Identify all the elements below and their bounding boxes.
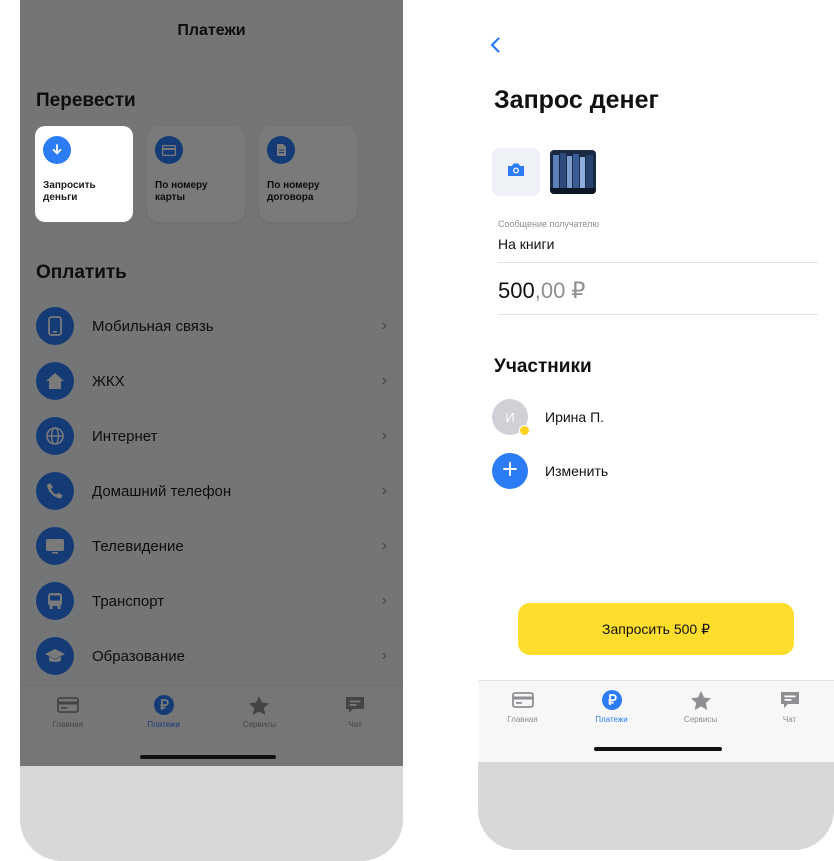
status-dot	[519, 425, 530, 436]
tv-icon	[36, 527, 74, 565]
message-field[interactable]: На книги	[498, 236, 554, 252]
card-icon	[511, 689, 534, 711]
tab-label: Главная	[507, 715, 538, 724]
house-icon	[36, 362, 74, 400]
page-title: Платежи	[177, 22, 246, 39]
change-participants-link[interactable]: Изменить	[545, 463, 608, 479]
pay-item-label: ЖКХ	[92, 372, 125, 390]
tab-payments[interactable]: Платежи	[577, 689, 647, 724]
attached-photo-thumbnail[interactable]	[550, 150, 596, 194]
tile-label: По номеру договора	[267, 180, 320, 203]
tile-label: По номеру карты	[155, 180, 208, 203]
home-indicator	[140, 755, 276, 759]
pay-item-tv[interactable]: Телевидение ›	[36, 519, 387, 573]
tab-chat[interactable]: Чат	[320, 694, 390, 729]
tab-label: Платежи	[147, 720, 180, 729]
tab-label: Чат	[348, 720, 362, 729]
tab-label: Платежи	[595, 715, 628, 724]
tab-home[interactable]: Главная	[33, 694, 103, 729]
request-money-button[interactable]: Запросить 500 ₽	[518, 603, 794, 655]
participants-heading: Участники	[494, 356, 592, 377]
tile-by-card-number[interactable]: По номеру карты	[147, 126, 245, 222]
tile-by-contract-number[interactable]: По номеру договора	[259, 126, 357, 222]
ruble-icon	[153, 694, 175, 716]
amount-field[interactable]: 500,00 ₽	[498, 278, 585, 304]
tab-bar: Главная Платежи Сервисы Чат	[20, 685, 403, 766]
money-request-phone: Запрос денег Сообщение получателю На кни…	[478, 0, 834, 850]
bus-icon	[36, 582, 74, 620]
chevron-left-icon	[490, 36, 500, 58]
card-icon	[155, 136, 183, 164]
message-field-label: Сообщение получателю	[498, 219, 600, 229]
chevron-right-icon: ›	[381, 482, 387, 499]
add-participant-button[interactable]	[492, 453, 528, 489]
chevron-right-icon: ›	[381, 372, 387, 389]
page-title: Запрос денег	[494, 86, 659, 114]
pay-item-label: Домашний телефон	[92, 482, 232, 500]
camera-icon	[507, 162, 525, 182]
graduation-cap-icon	[36, 637, 74, 675]
divider	[498, 262, 818, 263]
tab-label: Сервисы	[242, 720, 276, 729]
amount-integer: 500	[498, 278, 535, 303]
pay-item-utilities[interactable]: ЖКХ ›	[36, 354, 387, 408]
chevron-right-icon: ›	[381, 537, 387, 554]
star-icon	[248, 694, 270, 716]
chat-icon	[779, 689, 801, 711]
phone-handset-icon	[36, 472, 74, 510]
plus-icon	[503, 461, 517, 481]
globe-icon	[36, 417, 74, 455]
arrow-down-circle-icon	[43, 136, 71, 164]
participant-name[interactable]: Ирина П.	[545, 409, 604, 425]
divider	[498, 314, 818, 315]
pay-item-label: Транспорт	[92, 592, 165, 610]
payments-screen: Платежи Перевести По номеру карты По ном…	[20, 0, 403, 766]
tab-services[interactable]: Сервисы	[224, 694, 294, 729]
chat-icon	[344, 694, 366, 716]
tab-payments[interactable]: Платежи	[129, 694, 199, 729]
tab-label: Сервисы	[683, 715, 718, 724]
pay-item-transport[interactable]: Транспорт ›	[36, 574, 387, 628]
pay-item-label: Мобильная связь	[92, 317, 214, 335]
tab-home[interactable]: Главная	[488, 689, 558, 724]
chevron-right-icon: ›	[381, 592, 387, 609]
pay-item-label: Телевидение	[92, 537, 184, 555]
money-request-screen: Запрос денег Сообщение получателю На кни…	[478, 0, 834, 762]
transfer-heading: Перевести	[36, 90, 136, 111]
tab-chat[interactable]: Чат	[755, 689, 825, 724]
tab-label: Главная	[52, 720, 84, 729]
home-indicator	[594, 747, 722, 751]
tile-request-money[interactable]: Запросить деньги	[35, 126, 133, 222]
pay-item-mobile[interactable]: Мобильная связь ›	[36, 299, 387, 353]
mobile-phone-icon	[36, 307, 74, 345]
document-icon	[267, 136, 295, 164]
back-button[interactable]	[484, 34, 506, 60]
pay-item-home-phone[interactable]: Домашний телефон ›	[36, 464, 387, 518]
payments-phone: Платежи Перевести По номеру карты По ном…	[20, 0, 403, 861]
amount-decimal: ,00 ₽	[534, 278, 586, 303]
card-icon	[56, 694, 79, 716]
pay-item-internet[interactable]: Интернет ›	[36, 409, 387, 463]
chevron-right-icon: ›	[381, 427, 387, 444]
pay-item-education[interactable]: Образование ›	[36, 629, 387, 683]
pay-item-label: Образование	[92, 647, 185, 665]
pay-item-label: Интернет	[92, 427, 158, 445]
chevron-right-icon: ›	[381, 317, 387, 334]
pay-heading: Оплатить	[36, 262, 127, 283]
tile-label: Запросить деньги	[43, 180, 96, 203]
tab-label: Чат	[782, 715, 797, 724]
chevron-right-icon: ›	[381, 647, 387, 664]
tab-services[interactable]: Сервисы	[666, 689, 736, 724]
add-photo-button[interactable]	[492, 148, 540, 196]
star-icon	[690, 689, 712, 711]
ruble-icon	[601, 689, 623, 711]
